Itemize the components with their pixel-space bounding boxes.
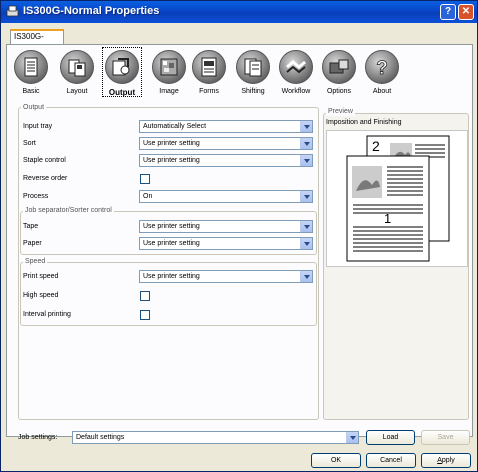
cancel-button[interactable]: Cancel (366, 453, 416, 468)
chevron-down-icon[interactable] (300, 121, 312, 132)
preview-image: 2 1 (326, 130, 468, 267)
workflow-icon (286, 60, 306, 74)
category-options[interactable]: Options (319, 47, 359, 99)
input-tray-value: Automatically Select (143, 123, 207, 130)
staple-control-label: Staple control (23, 157, 66, 164)
chevron-down-icon[interactable] (300, 138, 312, 149)
print-speed-label: Print speed (23, 273, 59, 280)
paper-label: Paper (23, 240, 42, 247)
category-image[interactable]: Image (149, 47, 189, 99)
shifting-icon (244, 58, 262, 77)
reverse-order-label: Reverse order (23, 175, 68, 182)
output-icon (112, 58, 130, 76)
category-label: Options (326, 88, 352, 95)
chevron-down-icon[interactable] (346, 432, 358, 443)
sort-select[interactable]: Use printer setting (139, 137, 313, 150)
job-settings-value: Default settings (76, 434, 125, 441)
properties-window: IS300G-Normal Properties ? ✕ IS300G-Norm… (0, 0, 478, 472)
chevron-down-icon[interactable] (300, 191, 312, 202)
close-button[interactable]: ✕ (458, 4, 474, 20)
load-button[interactable]: Load (366, 430, 415, 445)
output-group-title: Output (21, 103, 47, 112)
preview-group-title: Preview (326, 107, 355, 116)
chevron-down-icon[interactable] (300, 221, 312, 232)
category-icon-bar: Basic Layout Output Image Forms Shifting… (11, 47, 469, 99)
options-icon (329, 59, 349, 74)
tape-label: Tape (23, 223, 39, 230)
ok-button[interactable]: OK (311, 453, 361, 468)
print-speed-select[interactable]: Use printer setting (139, 270, 313, 283)
high-speed-checkbox[interactable] (140, 291, 150, 301)
help-button[interactable]: ? (440, 4, 456, 20)
category-label: About (372, 88, 392, 95)
category-label: Layout (66, 88, 88, 95)
image-icon (160, 58, 178, 76)
process-select[interactable]: On (139, 190, 313, 203)
process-label: Process (23, 193, 49, 200)
preview-page-2-number: 2 (372, 138, 380, 154)
forms-icon (201, 57, 217, 77)
category-workflow[interactable]: Workflow (276, 47, 316, 99)
about-icon: ? (376, 58, 388, 79)
job-settings-select[interactable]: Default settings (72, 431, 359, 444)
staple-control-value: Use printer setting (143, 157, 200, 164)
speed-group-title: Speed (23, 257, 48, 266)
category-label: Output (108, 88, 136, 97)
input-tray-label: Input tray (23, 123, 53, 130)
title-bar[interactable]: IS300G-Normal Properties ? ✕ (1, 1, 477, 23)
document-icon (24, 57, 38, 77)
category-label: Workflow (281, 88, 311, 95)
sort-value: Use printer setting (143, 140, 200, 147)
category-label: Basic (22, 88, 40, 95)
apply-button-label: pply (441, 457, 455, 464)
printer-app-icon (6, 5, 19, 17)
chevron-down-icon[interactable] (300, 155, 312, 166)
input-tray-select[interactable]: Automatically Select (139, 120, 313, 133)
category-shifting[interactable]: Shifting (233, 47, 273, 99)
preview-subtitle: Imposition and Finishing (326, 119, 402, 126)
save-button[interactable]: Save (421, 430, 470, 445)
category-output[interactable]: Output (102, 47, 142, 99)
category-about[interactable]: ? About (362, 47, 402, 99)
high-speed-label: High speed (23, 292, 59, 299)
staple-control-select[interactable]: Use printer setting (139, 154, 313, 167)
job-settings-label: Job settings: (18, 434, 58, 441)
category-basic[interactable]: Basic (11, 47, 51, 99)
apply-button[interactable]: Apply (421, 453, 471, 468)
category-layout[interactable]: Layout (57, 47, 97, 99)
paper-value: Use printer setting (143, 240, 200, 247)
tab-is300g-normal[interactable]: IS300G-Normal (10, 29, 64, 53)
process-value: On (143, 193, 153, 200)
tape-value: Use printer setting (143, 223, 200, 230)
tape-select[interactable]: Use printer setting (139, 220, 313, 233)
category-label: Forms (199, 88, 219, 95)
job-separator-group-title: Job separator/Sorter control (23, 206, 114, 215)
window-title: IS300G-Normal Properties (23, 5, 160, 17)
print-speed-value: Use printer setting (143, 273, 200, 280)
paper-select[interactable]: Use printer setting (139, 237, 313, 250)
chevron-down-icon[interactable] (300, 271, 312, 282)
sort-label: Sort (23, 140, 36, 147)
category-forms[interactable]: Forms (189, 47, 229, 99)
svg-text:?: ? (376, 58, 388, 79)
interval-printing-label: Interval printing (23, 311, 71, 318)
interval-printing-checkbox[interactable] (140, 310, 150, 320)
imposition-preview-graphic: 2 1 (346, 135, 450, 262)
layout-icon (68, 59, 86, 77)
reverse-order-checkbox[interactable] (140, 174, 150, 184)
category-label: Shifting (241, 88, 265, 95)
chevron-down-icon[interactable] (300, 238, 312, 249)
